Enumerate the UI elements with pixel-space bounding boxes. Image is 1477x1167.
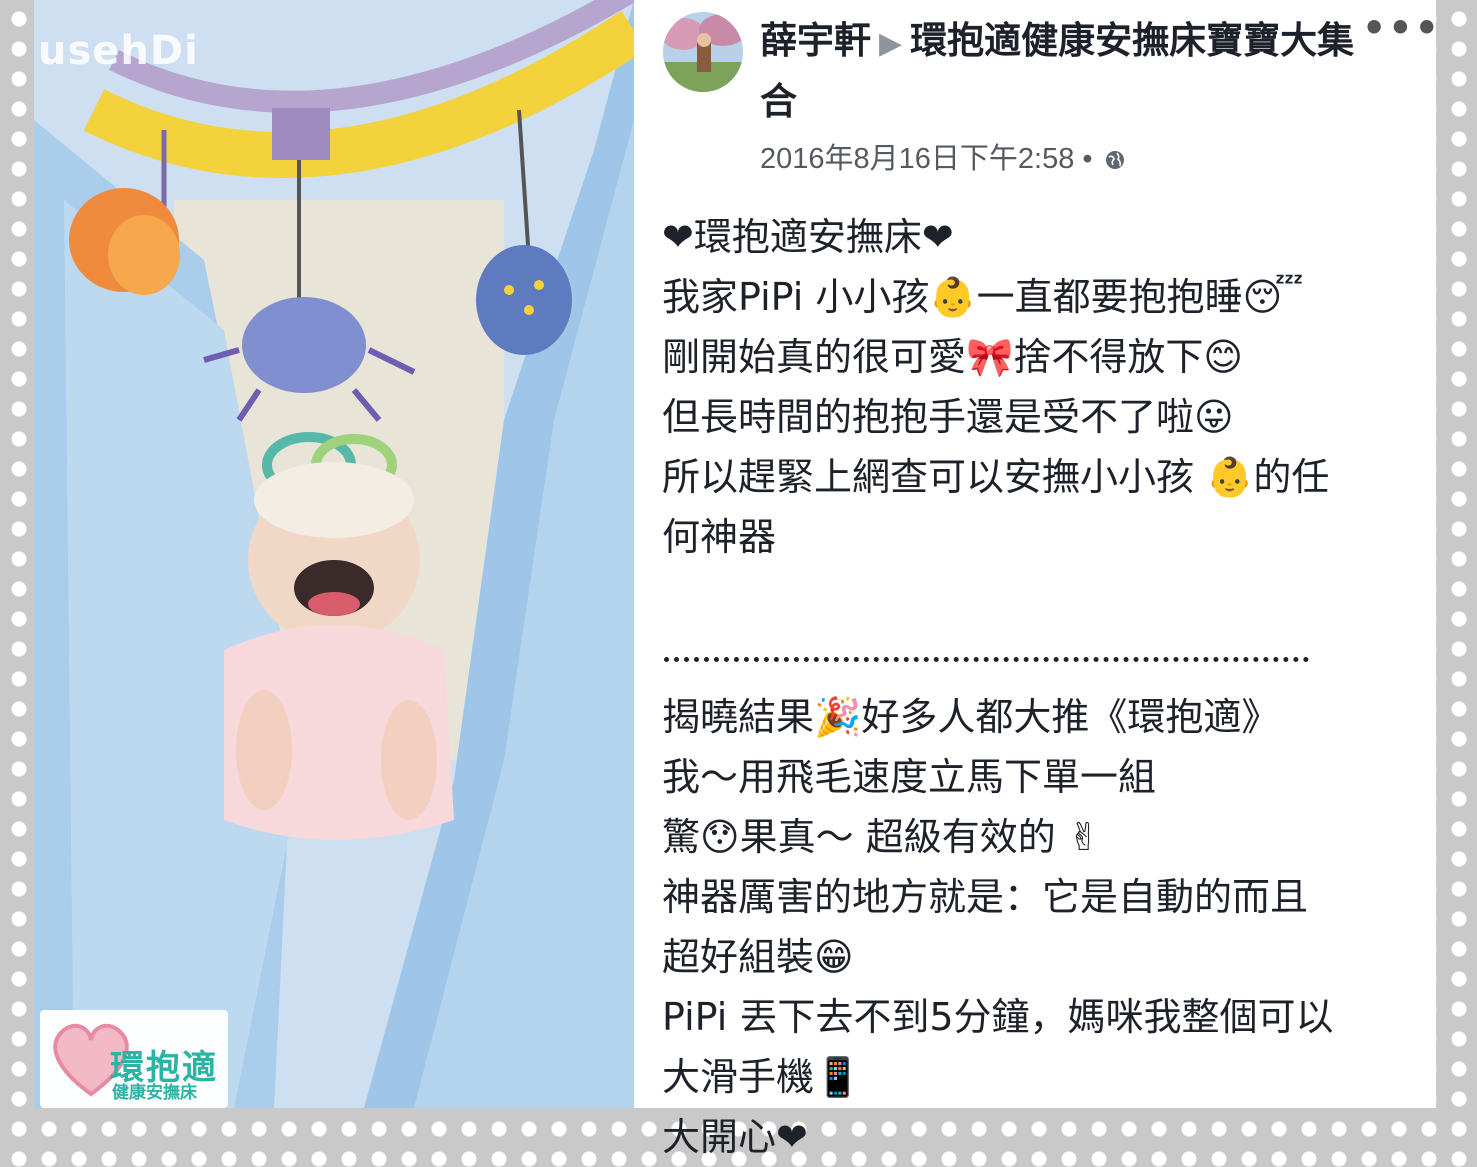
post-body: ❤環抱適安撫床❤ 我家PiPi 小小孩👶一直都要抱抱睡😴 剛開始真的很可愛🎀捨不… [662,207,1436,1167]
post-line: 所以趕緊上網查可以安撫小小孩 👶的任 [662,455,1330,499]
post-meta: 2016年8月16日下午2:58 • [760,135,1125,177]
post-line: 何神器 [662,515,777,559]
post-card: usehDi 環抱適 健康安撫床 薛宇軒▶環抱適健康安撫床寶寶大集合 ••• [34,0,1439,1159]
post-timestamp[interactable]: 2016年8月16日下午2:58 [760,143,1074,175]
post-line: 我～用飛毛速度立馬下單一組 [662,755,1157,799]
more-options-icon[interactable]: ••• [1362,6,1441,50]
avatar-image [663,12,743,92]
post-line: 剛開始真的很可愛🎀捨不得放下😊 [662,335,1243,379]
dotted-divider [662,627,1436,687]
brand-logo: 環抱適 健康安撫床 [40,1010,228,1108]
post-header: 薛宇軒 ▶ 環抱適健康安撫床寶寶大集合 [760,12,1360,131]
author-name[interactable]: 薛宇軒 [760,19,871,62]
post-line: 驚😯果真～ 超級有效的 ✌ [662,815,1100,859]
brand-subtitle: 健康安撫床 [112,1083,197,1103]
baby-photo-illustration [34,0,634,1108]
post-photo[interactable]: usehDi 環抱適 健康安撫床 [34,0,634,1108]
meta-separator: • [1082,143,1093,175]
post-line: 我家PiPi 小小孩👶一直都要抱抱睡😴 [662,275,1304,319]
avatar[interactable] [663,12,743,92]
post-content: 薛宇軒 ▶ 環抱適健康安撫床寶寶大集合 ••• 2016年8月16日下午2:58 •… [662,0,1439,1159]
post-line: 大滑手機📱 [662,1055,862,1099]
post-line: ❤環抱適安撫床❤ [662,215,954,259]
post-line: 超好組裝😁 [662,935,854,979]
globe-icon [1105,151,1124,169]
post-line: 大開心❤ [662,1115,808,1159]
post-line: 神器厲害的地方就是：它是自動的而且 [662,875,1309,919]
arrow-right-icon: ▶ [879,26,903,61]
post-line: PiPi 丟下去不到5分鐘，媽咪我整個可以 [662,995,1334,1039]
post-line: 但長時間的抱抱手還是受不了啦😛 [662,395,1234,439]
post-line: 揭曉結果🎉好多人都大推《環抱適》 [662,695,1280,739]
photo-watermark: usehDi [38,28,199,74]
